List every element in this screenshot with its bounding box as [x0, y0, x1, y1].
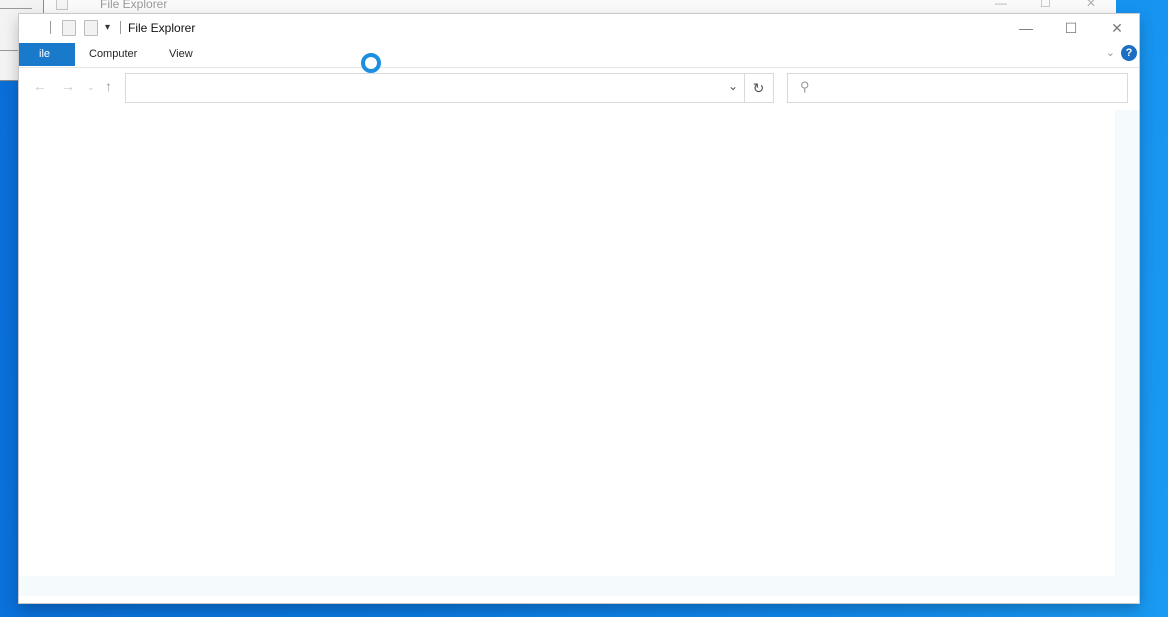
back-button[interactable]: ←	[33, 78, 47, 94]
address-bar[interactable]: ⌄	[125, 73, 745, 103]
background-close-button[interactable]: ✕	[1086, 0, 1096, 10]
refresh-button[interactable]: ↻	[744, 73, 774, 103]
file-list-area[interactable]	[19, 110, 1115, 576]
qa-separator	[50, 21, 51, 34]
tab-view[interactable]: View	[159, 43, 203, 66]
search-input[interactable]: ⚲	[787, 73, 1128, 103]
panel-divider	[0, 8, 32, 9]
properties-icon[interactable]	[62, 20, 76, 36]
background-window-title: File Explorer	[100, 0, 168, 11]
tab-file[interactable]: ile	[19, 43, 75, 66]
qa-separator	[120, 21, 121, 34]
address-dropdown-button[interactable]: ⌄	[728, 79, 738, 93]
file-explorer-window: ▾ File Explorer — ☐ ✕ ile Computer View …	[19, 14, 1139, 603]
new-folder-icon[interactable]	[84, 20, 98, 36]
minimize-button[interactable]: —	[1006, 18, 1046, 38]
title-bar[interactable]: ▾ File Explorer — ☐ ✕	[19, 14, 1139, 42]
up-button[interactable]: ↑	[105, 78, 112, 94]
expand-ribbon-button[interactable]: ⌄	[1106, 46, 1115, 59]
window-frame-right	[1115, 110, 1139, 596]
background-window[interactable]: File Explorer — ☐ ✕	[40, 0, 1116, 15]
close-button[interactable]: ✕	[1097, 18, 1137, 38]
search-icon: ⚲	[800, 79, 810, 94]
background-maximize-button[interactable]: ☐	[1040, 0, 1051, 10]
forward-button[interactable]: →	[61, 78, 75, 94]
window-title: File Explorer	[128, 21, 196, 35]
ribbon-tabs: ile Computer View ⌄ ?	[19, 43, 1139, 68]
tab-computer[interactable]: Computer	[79, 43, 147, 66]
customize-quick-access-button[interactable]: ▾	[105, 22, 110, 33]
recent-locations-button[interactable]: ⌄	[87, 82, 95, 93]
tab-file-label: ile	[39, 48, 51, 60]
properties-icon	[56, 0, 68, 10]
help-button[interactable]: ?	[1121, 45, 1137, 61]
background-minimize-button[interactable]: —	[995, 0, 1007, 10]
maximize-button[interactable]: ☐	[1051, 18, 1091, 38]
window-frame-bottom	[19, 576, 1115, 596]
busy-cursor-icon	[361, 53, 381, 73]
